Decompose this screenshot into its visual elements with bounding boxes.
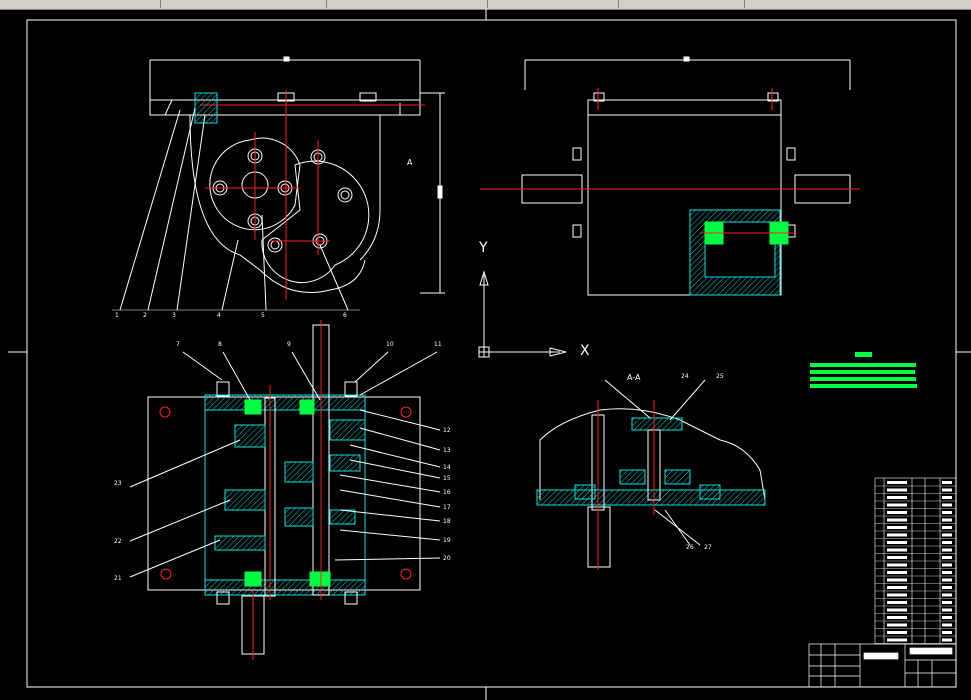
parts-list-cell: [887, 563, 907, 567]
parts-list-cell: [887, 586, 907, 589]
parts-list-cell: [942, 511, 952, 514]
parts-list-cell: [887, 548, 907, 552]
parts-list-cell: [887, 511, 907, 514]
parts-list-cell: [887, 526, 907, 529]
parts-list-cell: [887, 608, 907, 612]
parts-list-cell: [942, 518, 952, 522]
parts-list-cell: [887, 541, 907, 544]
balloon-label: 7: [176, 341, 180, 348]
main-section-view: [129, 324, 441, 655]
ucs-x-label: X: [580, 343, 590, 359]
parts-list-cell: [942, 616, 952, 619]
front-view: [112, 56, 445, 311]
balloon-label: 15: [443, 475, 451, 482]
balloon-label: 13: [443, 447, 451, 454]
balloon-label: 6: [343, 312, 347, 319]
parts-list-cell: [887, 601, 907, 604]
balloon-label: 25: [716, 373, 724, 380]
balloon-label: 9: [287, 341, 291, 348]
balloon-label: 17: [443, 504, 451, 511]
title-block: [808, 643, 957, 688]
section-aa-view: [536, 379, 766, 568]
parts-list-cell: [942, 481, 952, 484]
parts-list-cell: [887, 571, 907, 574]
cad-drawing-canvas[interactable]: 1 2 3 4 5 62322217 8 9 10 1112131415161718192024 2…: [0, 9, 971, 700]
toolbar-segment[interactable]: [161, 0, 327, 8]
parts-list-cell: [942, 601, 952, 604]
parts-list-cell: [887, 638, 907, 642]
balloon-label: 5: [261, 312, 265, 319]
balloon-label: 10: [386, 341, 394, 348]
parts-list-cell: [887, 518, 907, 522]
balloon-label: 3: [172, 312, 176, 319]
parts-list-cell: [942, 488, 952, 492]
parts-list-cell: [887, 488, 907, 492]
balloon-label: 27: [704, 544, 712, 551]
front-view-centerlines: [200, 90, 425, 300]
technical-notes-block: [810, 352, 917, 388]
balloon-label: 12: [443, 427, 451, 434]
parts-list-cell: [942, 571, 952, 574]
parts-list-rows: [875, 481, 956, 644]
parts-list-cell: [942, 623, 952, 627]
parts-list-cell: [942, 563, 952, 567]
parts-list-cell: [942, 541, 952, 544]
parts-list-cell: [887, 631, 907, 634]
balloon-label: 4: [217, 312, 221, 319]
balloon-label: 2: [143, 312, 147, 319]
balloon-label: 16: [443, 489, 451, 496]
balloon-label: 26: [686, 544, 694, 551]
parts-list-cell: [887, 533, 907, 537]
balloon-label: 22: [114, 538, 122, 545]
parts-list-cell: [942, 586, 952, 589]
toolbar-segment[interactable]: [0, 0, 161, 8]
balloon-label: 14: [443, 464, 451, 471]
section-aa-label: A-A: [627, 373, 641, 382]
toolbar-segment[interactable]: [619, 0, 745, 8]
parts-list-cell: [942, 608, 952, 612]
parts-list-cell: [942, 593, 952, 597]
parts-list-cell: [887, 593, 907, 597]
balloon-label: 23: [114, 480, 122, 487]
balloon-label: 19: [443, 537, 451, 544]
parts-list-cell: [887, 503, 907, 507]
balloon-label: 18: [443, 518, 451, 525]
parts-list-cell: [887, 578, 907, 582]
toolbar-segment[interactable]: [327, 0, 488, 8]
side-view: [521, 56, 851, 296]
parts-list-cell: [942, 526, 952, 529]
balloon-label: 24: [681, 373, 689, 380]
balloon-label: 1: [115, 312, 119, 319]
parts-list-cell: [942, 503, 952, 507]
parts-list-cell: [887, 623, 907, 627]
parts-list-cell: [887, 496, 907, 499]
parts-list-cell: [887, 481, 907, 484]
front-view-section-marker: A: [407, 158, 413, 167]
balloon-label: 20: [443, 555, 451, 562]
parts-list-cell: [942, 496, 952, 499]
ucs-y-label: Y: [479, 240, 488, 256]
parts-list-cell: [942, 638, 952, 642]
parts-list-cell: [942, 548, 952, 552]
side-view-centerlines: [480, 88, 860, 234]
parts-list-cell: [887, 616, 907, 619]
balloon-label: 8: [218, 341, 222, 348]
parts-list-cell: [887, 556, 907, 559]
parts-list-cell: [942, 631, 952, 634]
parts-list-cell: [942, 578, 952, 582]
parts-list-cell: [942, 556, 952, 559]
balloon-label: 11: [434, 341, 442, 348]
toolbar-segment[interactable]: [488, 0, 619, 8]
parts-list-cell: [942, 533, 952, 537]
ucs-icon: [478, 270, 567, 358]
balloon-label: 21: [114, 575, 122, 582]
